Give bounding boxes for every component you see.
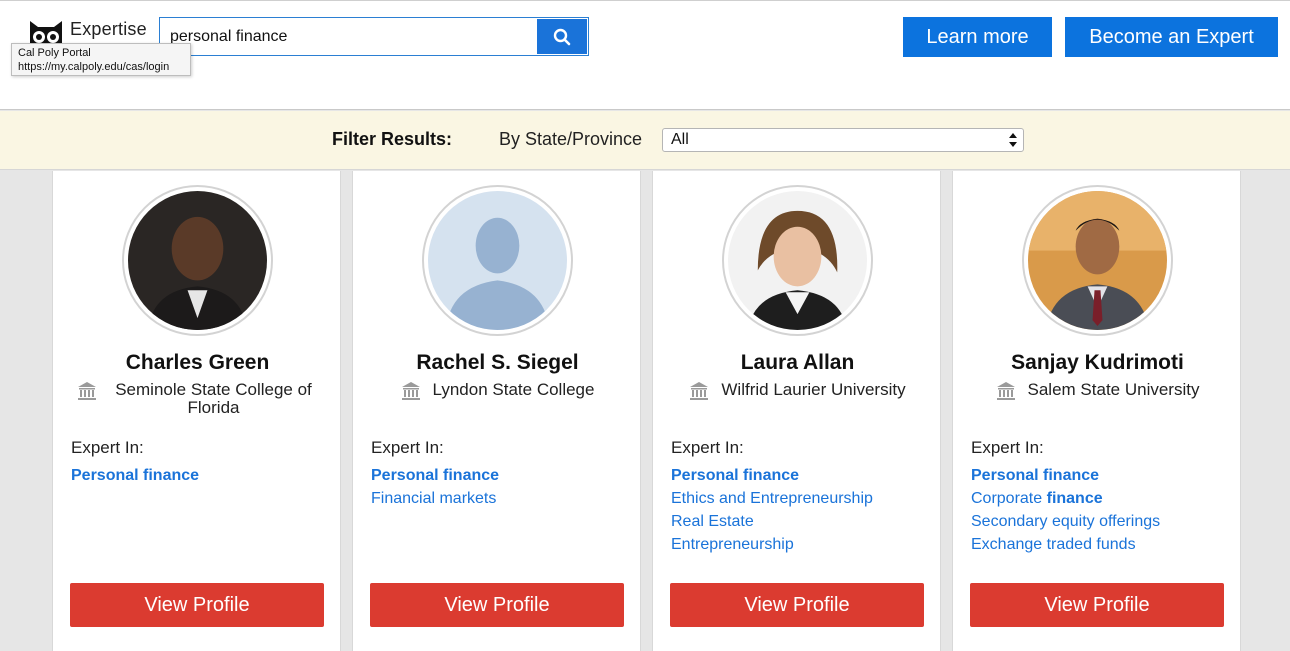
- expert-card: Laura Allan Wilfrid Laurier University E…: [652, 171, 941, 651]
- expert-name[interactable]: Charles Green: [53, 351, 342, 375]
- search-box: [159, 17, 589, 56]
- institution: Wilfrid Laurier University: [653, 381, 942, 400]
- institution-icon: [996, 382, 1015, 400]
- topic-link[interactable]: Secondary equity offerings: [971, 510, 1231, 533]
- institution-name: Seminole State College of Florida: [115, 380, 312, 417]
- tooltip-url: https://my.calpoly.edu/cas/login: [18, 61, 170, 73]
- filter-results-label: Filter Results:: [332, 129, 453, 149]
- site-header: Expertise Cal Poly Portal https://my.cal…: [0, 0, 1290, 110]
- search-button[interactable]: [537, 19, 587, 54]
- filter-bar: Filter Results: By State/Province All: [0, 111, 1290, 170]
- logo-text: Expertise: [70, 19, 147, 39]
- institution: Seminole State College of Florida: [53, 381, 342, 417]
- institution: Lyndon State College: [353, 381, 642, 400]
- search-icon: [553, 28, 571, 45]
- select-arrows-icon: [1009, 133, 1017, 147]
- institution-icon: [690, 382, 709, 400]
- topic-link[interactable]: Corporate finance: [971, 487, 1231, 510]
- expert-in-label: Expert In:: [71, 438, 144, 457]
- avatar[interactable]: [422, 185, 573, 336]
- topic-link[interactable]: Personal finance: [971, 464, 1231, 487]
- expert-name[interactable]: Laura Allan: [653, 351, 942, 375]
- topic-list: Personal finance: [71, 464, 331, 487]
- view-profile-button[interactable]: View Profile: [670, 583, 924, 627]
- state-filter-label: By State/Province: [499, 129, 643, 149]
- institution-icon: [401, 382, 420, 400]
- expert-card: Rachel S. Siegel Lyndon State College Ex…: [352, 171, 641, 651]
- topic-list: Personal finance Ethics and Entrepreneur…: [671, 464, 931, 556]
- institution-name: Salem State University: [1027, 380, 1200, 399]
- topic-link[interactable]: Personal finance: [671, 464, 931, 487]
- topic-link-text: Corporate: [971, 490, 1043, 507]
- institution-name: Wilfrid Laurier University: [721, 380, 906, 399]
- avatar[interactable]: [1022, 185, 1173, 336]
- topic-link[interactable]: Ethics and Entrepreneurship: [671, 487, 931, 510]
- topic-link[interactable]: Real Estate: [671, 510, 931, 533]
- institution: Salem State University: [953, 381, 1242, 400]
- institution-icon: [77, 382, 96, 400]
- expert-in-label: Expert In:: [671, 438, 744, 457]
- avatar[interactable]: [722, 185, 873, 336]
- view-profile-button[interactable]: View Profile: [370, 583, 624, 627]
- default-avatar-icon: [428, 191, 567, 330]
- expert-in-label: Expert In:: [971, 438, 1044, 457]
- become-expert-button[interactable]: Become an Expert: [1065, 17, 1278, 57]
- view-profile-button[interactable]: View Profile: [970, 583, 1224, 627]
- topic-link[interactable]: Exchange traded funds: [971, 533, 1231, 556]
- institution-name: Lyndon State College: [432, 380, 595, 399]
- topic-link[interactable]: Personal finance: [71, 464, 331, 487]
- expert-name[interactable]: Rachel S. Siegel: [353, 351, 642, 375]
- topic-link[interactable]: Financial markets: [371, 487, 631, 510]
- topic-list: Personal finance Financial markets: [371, 464, 631, 510]
- expert-photo: [1028, 191, 1167, 330]
- topic-link-highlight: finance: [1046, 490, 1103, 507]
- expert-name[interactable]: Sanjay Kudrimoti: [953, 351, 1242, 375]
- expert-card: Sanjay Kudrimoti Salem State University …: [952, 171, 1241, 651]
- topic-link[interactable]: Entrepreneurship: [671, 533, 931, 556]
- state-select[interactable]: All: [662, 128, 1024, 152]
- search-input[interactable]: [160, 18, 535, 55]
- expert-photo: [728, 191, 867, 330]
- topic-link[interactable]: Personal finance: [371, 464, 631, 487]
- learn-more-button[interactable]: Learn more: [903, 17, 1052, 57]
- topic-list: Personal finance Corporate finance Secon…: [971, 464, 1231, 556]
- state-select-value: All: [671, 131, 689, 148]
- expert-photo: [128, 191, 267, 330]
- tooltip-title: Cal Poly Portal: [18, 47, 91, 59]
- view-profile-button[interactable]: View Profile: [70, 583, 324, 627]
- expert-in-label: Expert In:: [371, 438, 444, 457]
- avatar[interactable]: [122, 185, 273, 336]
- expert-card: Charles Green Seminole State College of …: [52, 171, 341, 651]
- link-tooltip: Cal Poly Portal https://my.calpoly.edu/c…: [11, 43, 191, 76]
